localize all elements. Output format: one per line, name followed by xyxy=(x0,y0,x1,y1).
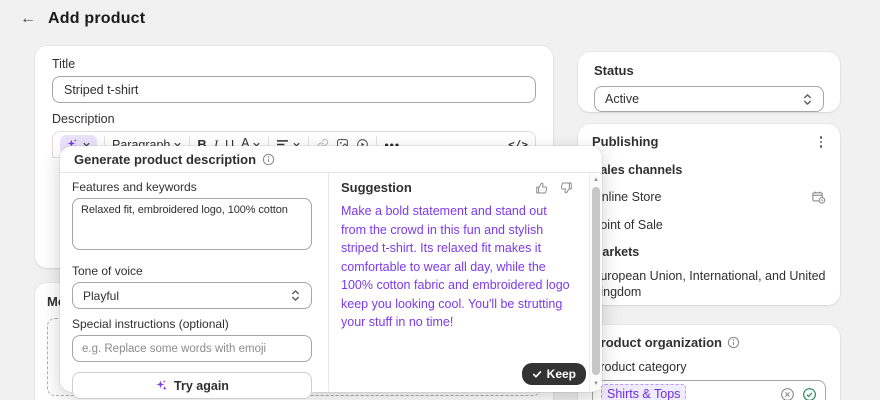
thumbs-down-icon[interactable] xyxy=(559,181,573,195)
tone-value: Playful xyxy=(83,288,120,303)
sparkle-icon xyxy=(156,380,167,391)
channel-point-of-sale: Point of Sale xyxy=(592,217,663,232)
product-category-input[interactable]: Shirts & Tops xyxy=(592,380,826,400)
scrollbar-thumb[interactable] xyxy=(592,187,600,375)
channel-online-store: Online Store xyxy=(592,190,662,204)
instructions-label: Special instructions (optional) xyxy=(72,317,229,331)
title-input[interactable] xyxy=(52,76,536,103)
tone-select[interactable]: Playful xyxy=(72,282,312,309)
generate-description-popup: Generate product description Features an… xyxy=(60,146,602,399)
keep-label: Keep xyxy=(546,367,576,381)
sales-channels-label: Sales channels xyxy=(592,162,683,177)
product-organization-title: Product organization xyxy=(592,335,722,350)
scroll-up-icon[interactable]: ▲ xyxy=(590,175,602,185)
popup-form-column: Features and keywords Relaxed fit, embro… xyxy=(60,173,329,399)
back-arrow-icon[interactable]: ← xyxy=(20,11,36,27)
select-stepper-icon xyxy=(292,290,299,301)
select-stepper-icon xyxy=(804,93,811,105)
publishing-card: Publishing Sales channels Online Store P… xyxy=(578,124,840,305)
info-icon[interactable] xyxy=(262,153,275,166)
schedule-icon[interactable] xyxy=(811,190,826,205)
check-icon xyxy=(532,371,541,378)
dismiss-circle-icon[interactable] xyxy=(780,387,795,400)
instructions-input[interactable] xyxy=(72,335,312,362)
kebab-menu-icon[interactable] xyxy=(816,134,827,150)
features-textarea[interactable]: Relaxed fit, embroidered logo, 100% cott… xyxy=(72,198,312,250)
product-organization-card: Product organization Product category Sh… xyxy=(578,325,840,400)
markets-label: Markets xyxy=(592,244,640,259)
product-category-label: Product category xyxy=(592,360,687,374)
tone-label: Tone of voice xyxy=(72,264,143,278)
info-icon[interactable] xyxy=(727,336,740,349)
channel-row: Online Store xyxy=(592,190,826,205)
category-tag[interactable]: Shirts & Tops xyxy=(601,384,687,400)
markets-value: European Union, International, and Unite… xyxy=(592,268,826,299)
try-again-label: Try again xyxy=(174,378,229,393)
popup-title: Generate product description xyxy=(74,151,257,167)
popup-header: Generate product description xyxy=(60,146,602,173)
status-card: Status Active xyxy=(578,52,840,112)
suggestion-label: Suggestion xyxy=(341,180,412,195)
suggestion-text: Make a bold statement and stand out from… xyxy=(341,204,570,329)
popup-scrollbar[interactable]: ▲ ▼ xyxy=(589,173,602,391)
scroll-down-icon[interactable]: ▼ xyxy=(590,379,602,389)
title-label: Title xyxy=(52,57,76,71)
try-again-button[interactable]: Try again xyxy=(72,372,312,399)
page-title: Add product xyxy=(48,10,146,27)
description-label: Description xyxy=(52,112,115,126)
popup-suggestion-column: Suggestion Make a bold statement and sta… xyxy=(329,173,589,391)
page-header: ← Add product xyxy=(20,10,145,28)
channel-row: Point of Sale xyxy=(592,218,826,232)
status-title: Status xyxy=(594,63,634,78)
status-value: Active xyxy=(605,92,640,106)
status-select[interactable]: Active xyxy=(594,86,824,112)
keep-button[interactable]: Keep xyxy=(521,363,586,385)
features-label: Features and keywords xyxy=(72,180,197,194)
approve-circle-icon[interactable] xyxy=(802,387,817,400)
thumbs-up-icon[interactable] xyxy=(535,181,549,195)
